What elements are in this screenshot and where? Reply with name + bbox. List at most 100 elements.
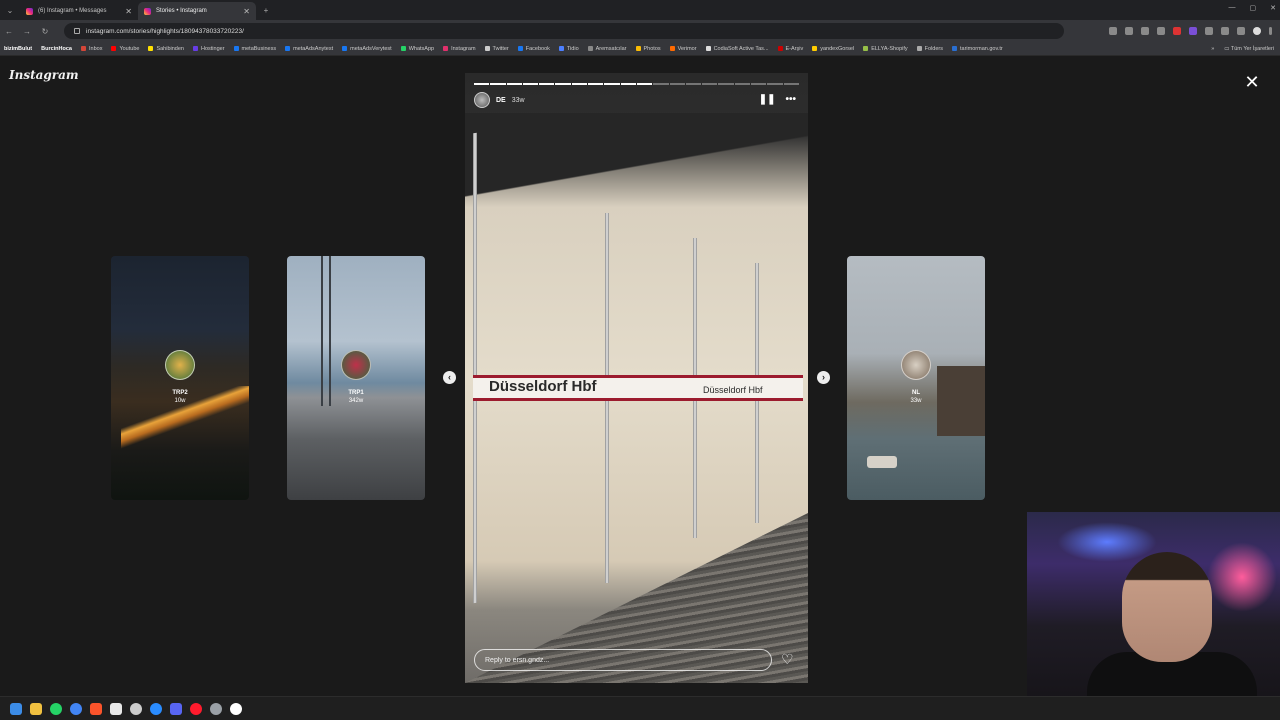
browser-menu-icon[interactable]: [1269, 27, 1272, 35]
bookmark-item[interactable]: metaAdsVerytest: [342, 46, 392, 52]
bookmark-star-icon[interactable]: [1157, 27, 1165, 35]
url-field[interactable]: instagram.com/stories/highlights/1809437…: [64, 23, 1064, 39]
bookmark-favicon-icon: [148, 46, 154, 51]
notion-icon[interactable]: [110, 702, 122, 715]
cast-icon[interactable]: [1125, 27, 1133, 35]
maximize-icon[interactable]: ▢: [1250, 4, 1257, 12]
bookmark-label: yandexGorsel: [820, 45, 855, 52]
story-card-nl[interactable]: NL 33w: [847, 256, 985, 500]
bookmark-label: ELLYA-Shopify: [871, 45, 908, 52]
bookmark-item[interactable]: Instagram: [443, 46, 476, 52]
extension-icon[interactable]: [1173, 27, 1181, 35]
bookmark-favicon-icon: [558, 46, 564, 51]
settings-gear-icon[interactable]: [210, 702, 222, 715]
reply-input[interactable]: [474, 649, 772, 671]
start-icon[interactable]: [10, 702, 22, 715]
progress-segment: [636, 83, 653, 85]
window-close-icon[interactable]: ✕: [1270, 4, 1276, 12]
bookmark-item[interactable]: BurcinHoca: [41, 46, 72, 52]
download-icon[interactable]: [1221, 27, 1229, 35]
bookmark-label: Tidio: [566, 45, 579, 52]
story-card-time: 342w: [348, 398, 364, 404]
bookmark-item[interactable]: Sahibinden: [148, 46, 184, 52]
bookmark-item[interactable]: Youtube: [111, 46, 139, 52]
tab-close-icon[interactable]: ✕: [243, 7, 250, 16]
bookmark-item[interactable]: yandexGorsel: [812, 46, 854, 52]
chrome-icon[interactable]: [70, 702, 82, 715]
more-options-icon[interactable]: •••: [785, 94, 796, 105]
chatgpt-icon[interactable]: [130, 702, 142, 715]
close-stories-icon[interactable]: ✕: [1242, 72, 1262, 92]
extension-icon[interactable]: [1189, 27, 1197, 35]
bookmark-item[interactable]: bizimBulut: [4, 46, 32, 52]
reload-icon[interactable]: ↻: [36, 27, 54, 36]
bookmark-label: E-Arşiv: [785, 45, 804, 52]
active-story[interactable]: Düsseldorf Hbf Düsseldorf Hbf DE 33w ❚❚ …: [465, 73, 808, 683]
bookmark-item[interactable]: tarimorman.gov.tr: [952, 46, 1003, 52]
bookmark-item[interactable]: Facebook: [517, 46, 550, 52]
bookmark-favicon-icon: [777, 46, 783, 51]
bookmark-favicon-icon: [916, 46, 922, 51]
bookmark-item[interactable]: WhatsApp: [400, 46, 434, 52]
tab-stories-instagram[interactable]: Stories • Instagram ✕: [138, 2, 256, 20]
minimize-icon[interactable]: —: [1229, 4, 1236, 12]
translate-icon[interactable]: [1109, 27, 1117, 35]
previous-story-button[interactable]: ‹: [443, 371, 456, 384]
site-info-icon[interactable]: [74, 28, 80, 34]
bookmark-item[interactable]: Tidio: [558, 45, 579, 52]
obs-icon[interactable]: [230, 702, 242, 715]
all-bookmarks-folder[interactable]: ▭ Tüm Yer İşaretleri: [1224, 46, 1274, 52]
bookmark-item[interactable]: Photos: [635, 46, 661, 52]
more-bookmarks-icon[interactable]: »: [1211, 46, 1214, 52]
tab-list-icon[interactable]: ⌄: [0, 6, 20, 15]
new-tab-button[interactable]: +: [256, 6, 276, 15]
bookmark-item[interactable]: Hostinger: [192, 45, 225, 52]
ceiling-shadow: [465, 113, 808, 203]
progress-segment: [571, 83, 588, 85]
next-story-button[interactable]: ›: [817, 371, 830, 384]
bookmark-label: metaAdsVerytest: [350, 45, 392, 52]
progress-segment: [506, 83, 522, 85]
bookmark-item[interactable]: Twitter: [484, 46, 509, 52]
opera-icon[interactable]: [190, 702, 202, 715]
bookmark-item[interactable]: ELLYA-Shopify: [863, 45, 908, 52]
bookmark-label: Youtube: [119, 45, 140, 52]
bookmark-favicon-icon: [192, 46, 198, 51]
brave-icon[interactable]: [90, 702, 102, 715]
profile-avatar[interactable]: [1253, 27, 1261, 35]
back-icon[interactable]: ←: [0, 27, 18, 36]
story-card-trp1[interactable]: TRP1 342w: [287, 256, 425, 500]
bookmark-favicon-icon: [669, 46, 675, 51]
story-username[interactable]: DE: [496, 97, 506, 104]
bookmark-item[interactable]: metaAdsAnytest: [285, 46, 333, 52]
tab-instagram-messages[interactable]: (6) Instagram • Messages ✕: [20, 2, 138, 20]
app-icon[interactable]: [150, 702, 162, 715]
bookmark-favicon-icon: [587, 46, 593, 51]
pause-icon[interactable]: ❚❚: [759, 94, 776, 105]
bookmark-item[interactable]: Verimor: [669, 46, 697, 52]
bookmark-item[interactable]: Folders: [916, 46, 943, 52]
story-user-avatar[interactable]: [474, 92, 490, 108]
discord-icon[interactable]: [170, 702, 182, 715]
bookmark-label: metaBusiness: [241, 45, 277, 52]
whatsapp-icon[interactable]: [50, 702, 62, 715]
bookmark-item[interactable]: Inbox: [80, 46, 102, 52]
story-avatar: [341, 350, 371, 380]
bookmark-item[interactable]: E-Arşiv: [777, 45, 804, 52]
tab-close-icon[interactable]: ✕: [125, 7, 132, 16]
bookmark-label: Hostinger: [200, 45, 225, 52]
file-explorer-icon[interactable]: [30, 702, 42, 715]
bookmark-item[interactable]: metaBusiness: [233, 45, 277, 52]
forward-icon[interactable]: →: [18, 27, 36, 36]
progress-segment: [767, 83, 783, 85]
sidebar-icon[interactable]: [1237, 27, 1245, 35]
bookmark-item[interactable]: Aremsatcılar: [587, 46, 627, 52]
all-bookmarks-label: Tüm Yer İşaretleri: [1230, 45, 1274, 52]
story-card-trp2[interactable]: TRP2 10w: [111, 256, 249, 500]
bookmark-item[interactable]: CodiaSoft Active Tas...: [705, 46, 769, 52]
like-heart-icon[interactable]: ♡: [781, 651, 794, 668]
extensions-puzzle-icon[interactable]: [1205, 27, 1213, 35]
zoom-icon[interactable]: [1141, 27, 1149, 35]
instagram-logo[interactable]: Instagram: [9, 68, 79, 82]
instagram-favicon-icon: [144, 7, 151, 15]
